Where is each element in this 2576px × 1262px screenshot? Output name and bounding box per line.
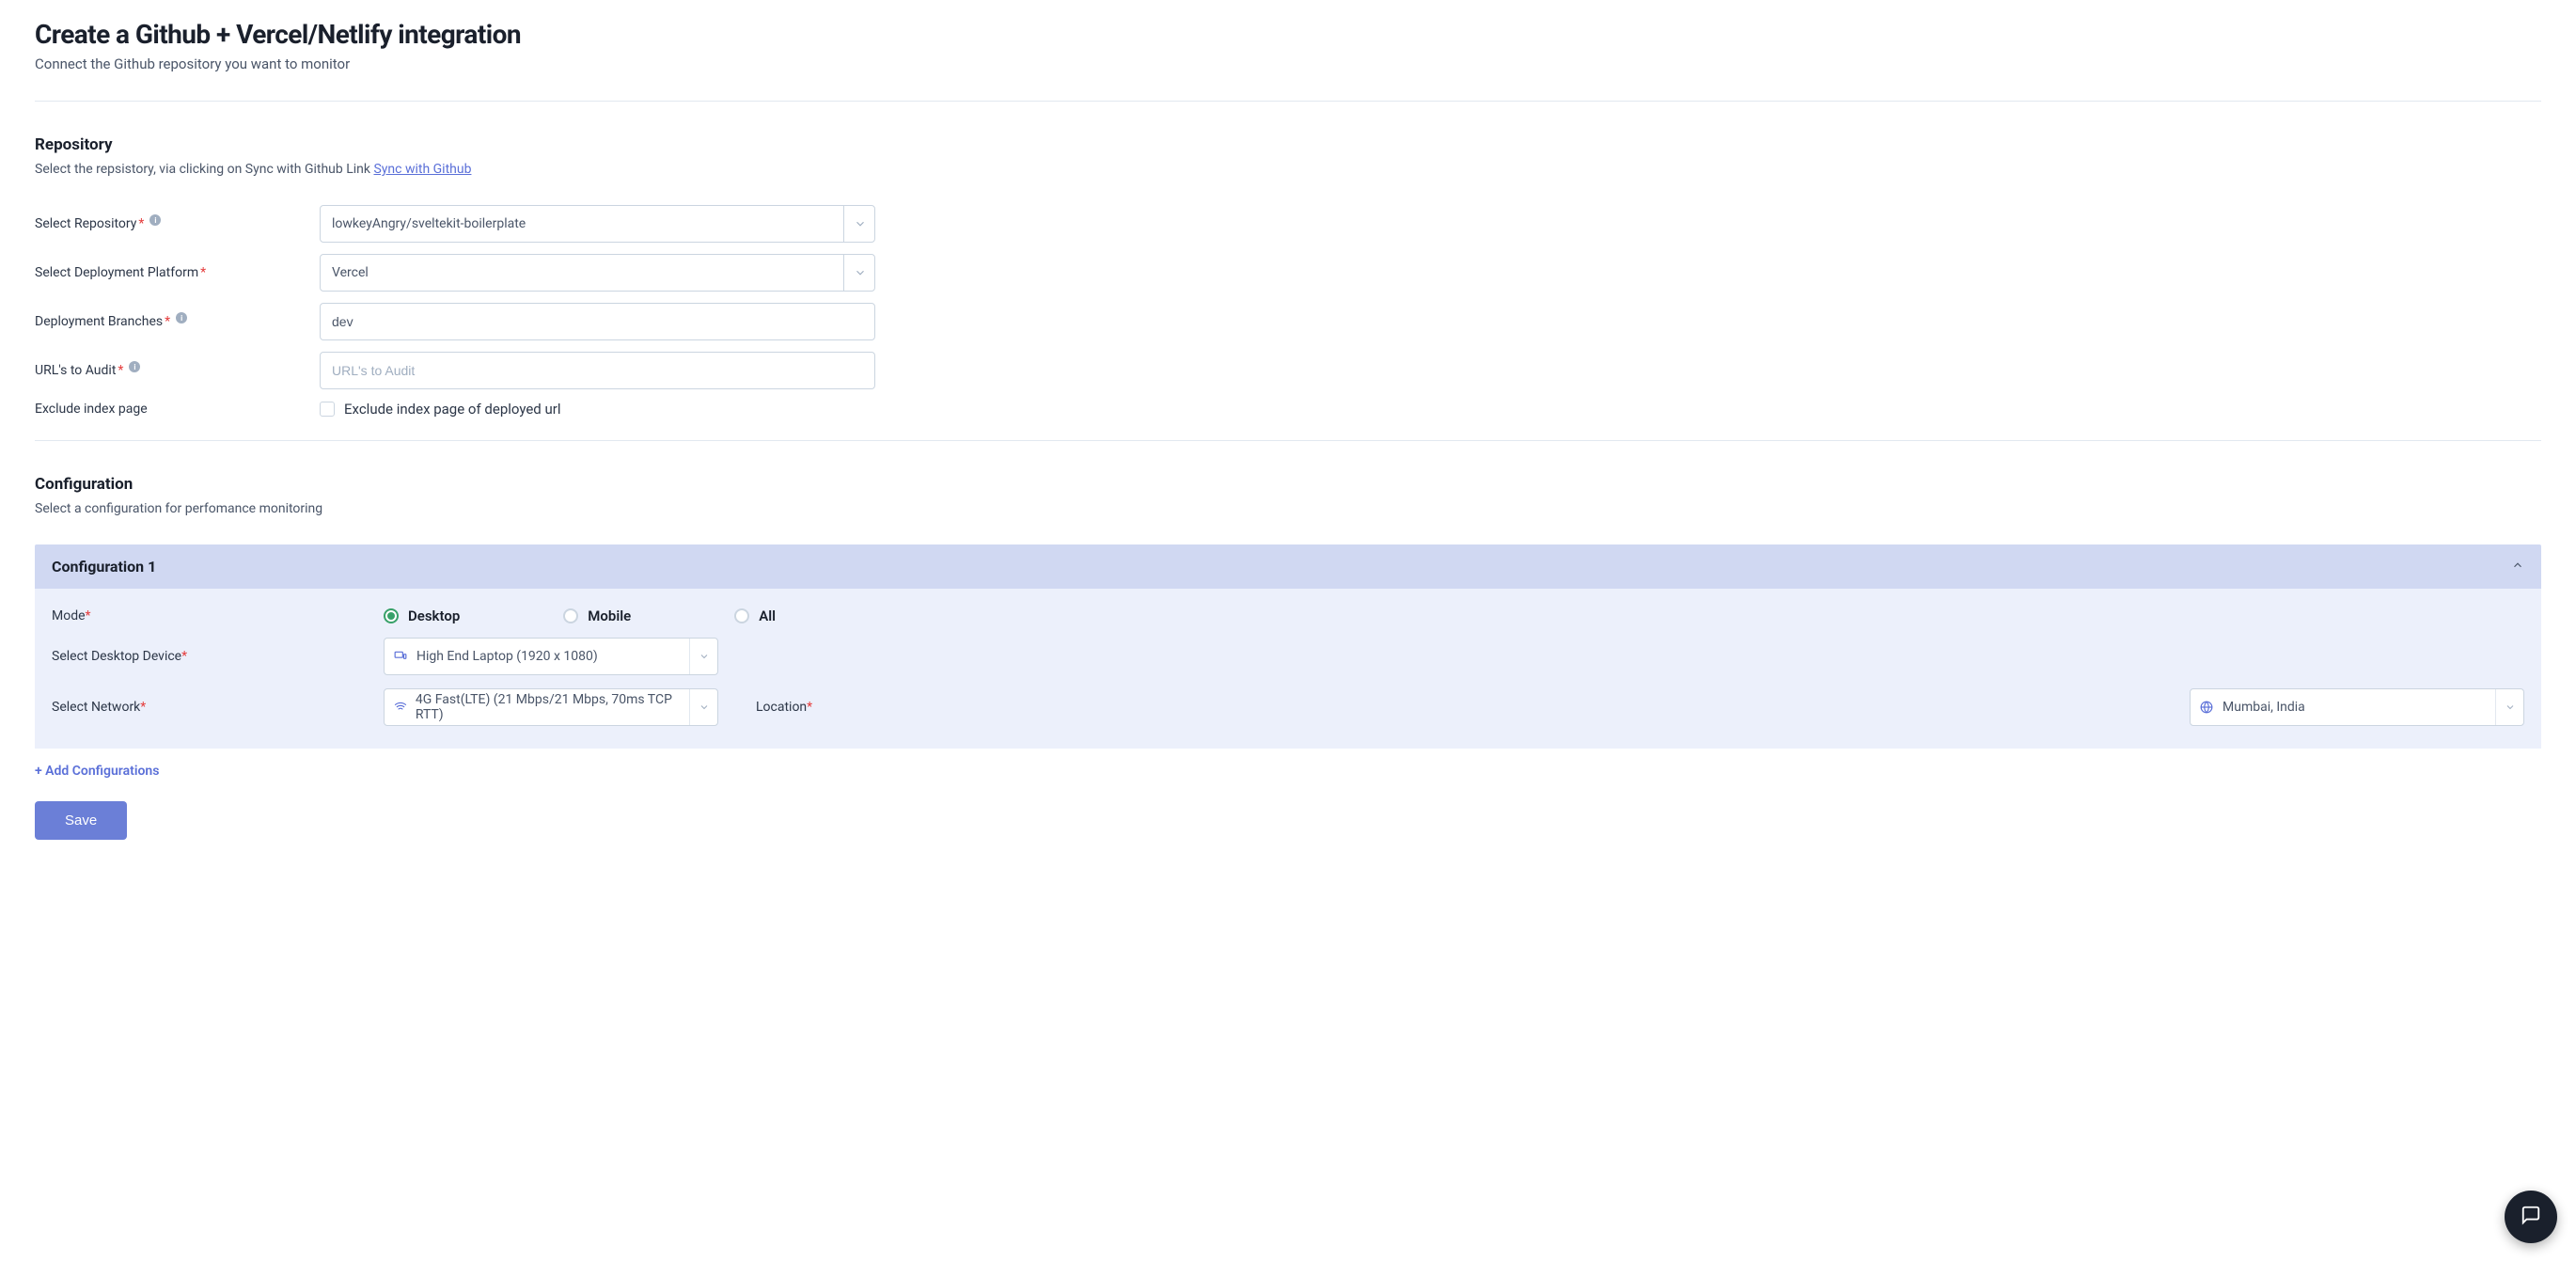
- repository-section: Repository Select the repsistory, via cl…: [35, 135, 2541, 418]
- info-icon[interactable]: i: [129, 361, 140, 372]
- network-label: Select Network*: [52, 700, 384, 715]
- chat-fab-button[interactable]: [2505, 1191, 2557, 1243]
- sync-with-github-link[interactable]: Sync with Github: [373, 162, 471, 177]
- radio-icon: [563, 608, 578, 623]
- device-dropdown[interactable]: High End Laptop (1920 x 1080): [384, 638, 718, 675]
- mode-label: Mode*: [52, 608, 384, 623]
- deployment-platform-dropdown[interactable]: Vercel: [320, 254, 875, 292]
- mode-radio-group: Desktop Mobile All: [384, 607, 776, 624]
- devices-icon: [394, 650, 409, 663]
- globe-icon: [2200, 701, 2215, 714]
- exclude-index-checkbox-label: Exclude index page of deployed url: [344, 401, 560, 418]
- urls-to-audit-label: URL's to Audit* i: [35, 363, 320, 378]
- mode-radio-desktop[interactable]: Desktop: [384, 607, 460, 624]
- radio-label: Mobile: [588, 607, 631, 624]
- mode-radio-mobile[interactable]: Mobile: [563, 607, 631, 624]
- chevron-down-icon: [689, 689, 717, 725]
- radio-label: Desktop: [408, 607, 460, 624]
- chevron-down-icon: [689, 639, 717, 674]
- page-subtitle: Connect the Github repository you want t…: [35, 55, 2541, 72]
- radio-label: All: [759, 607, 776, 624]
- repository-section-title: Repository: [35, 135, 2541, 154]
- radio-icon: [384, 608, 399, 623]
- configuration-section-subtitle: Select a configuration for perfomance mo…: [35, 501, 2541, 516]
- location-dropdown[interactable]: Mumbai, India: [2190, 688, 2524, 726]
- configuration-panel-header[interactable]: Configuration 1: [35, 544, 2541, 589]
- chevron-up-icon: [2511, 559, 2524, 576]
- repository-section-subtitle: Select the repsistory, via clicking on S…: [35, 162, 2541, 177]
- exclude-index-label: Exclude index page: [35, 402, 320, 417]
- info-icon[interactable]: i: [176, 312, 187, 323]
- chevron-down-icon: [2495, 689, 2523, 725]
- deployment-branches-label: Deployment Branches* i: [35, 314, 320, 329]
- radio-icon: [734, 608, 749, 623]
- network-dropdown[interactable]: 4G Fast(LTE) (21 Mbps/21 Mbps, 70ms TCP …: [384, 688, 718, 726]
- location-label: Location*: [756, 700, 2190, 715]
- urls-to-audit-input[interactable]: [320, 352, 875, 389]
- deployment-branches-input[interactable]: [320, 303, 875, 340]
- divider: [35, 101, 2541, 102]
- select-repository-dropdown[interactable]: lowkeyAngry/sveltekit-boilerplate: [320, 205, 875, 243]
- configuration-panel-title: Configuration 1: [52, 558, 156, 576]
- signal-icon: [394, 701, 408, 714]
- chat-icon: [2521, 1205, 2541, 1229]
- deployment-platform-label: Select Deployment Platform*: [35, 265, 320, 280]
- divider: [35, 440, 2541, 441]
- save-button[interactable]: Save: [35, 801, 127, 840]
- configuration-section: Configuration Select a configuration for…: [35, 475, 2541, 779]
- mode-radio-all[interactable]: All: [734, 607, 776, 624]
- device-label: Select Desktop Device*: [52, 649, 384, 664]
- configuration-panel: Configuration 1 Mode* Desktop Mobile: [35, 544, 2541, 749]
- configuration-panel-body: Mode* Desktop Mobile All: [35, 589, 2541, 749]
- add-configurations-link[interactable]: + Add Configurations: [35, 764, 159, 779]
- exclude-index-checkbox[interactable]: [320, 402, 335, 417]
- page-title: Create a Github + Vercel/Netlify integra…: [35, 19, 2541, 50]
- configuration-section-title: Configuration: [35, 475, 2541, 494]
- info-icon[interactable]: i: [149, 214, 161, 226]
- repository-section-subtitle-text: Select the repsistory, via clicking on S…: [35, 162, 373, 177]
- select-repository-label: Select Repository* i: [35, 216, 320, 231]
